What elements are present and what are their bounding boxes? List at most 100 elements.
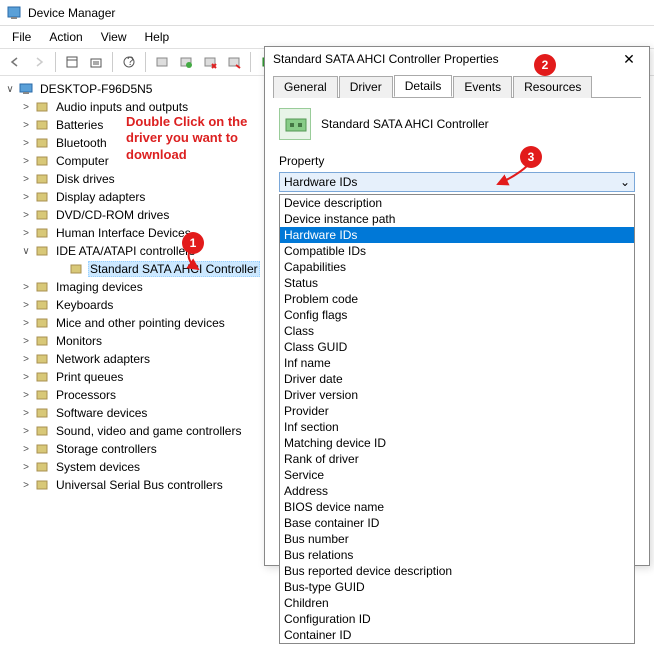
show-hide-button[interactable]	[61, 51, 83, 73]
tab-general[interactable]: General	[273, 76, 338, 98]
properties-button[interactable]	[85, 51, 107, 73]
dropdown-option[interactable]: Configuration ID	[280, 611, 634, 627]
expand-icon[interactable]: >	[20, 210, 32, 221]
expand-icon[interactable]: >	[20, 282, 32, 293]
expand-icon[interactable]: >	[20, 444, 32, 455]
device-category-icon	[34, 207, 50, 223]
dropdown-option[interactable]: Device description	[280, 195, 634, 211]
dropdown-option[interactable]: Address	[280, 483, 634, 499]
expand-icon[interactable]: >	[20, 228, 32, 239]
properties-dialog: Standard SATA AHCI Controller Properties…	[264, 46, 650, 566]
property-label: Property	[279, 154, 635, 168]
expand-icon[interactable]: >	[20, 300, 32, 311]
dropdown-option[interactable]: Class GUID	[280, 339, 634, 355]
dropdown-option[interactable]: Driver version	[280, 387, 634, 403]
device-category-icon	[34, 117, 50, 133]
device-category-icon	[34, 99, 50, 115]
device-category-icon	[34, 243, 50, 259]
device-category-icon	[34, 135, 50, 151]
expand-icon[interactable]: >	[20, 138, 32, 149]
device-category-icon	[34, 387, 50, 403]
dropdown-option[interactable]: Driver date	[280, 371, 634, 387]
device-category-icon	[68, 261, 84, 277]
expand-icon[interactable]: >	[20, 408, 32, 419]
dropdown-option[interactable]: Matching device ID	[280, 435, 634, 451]
dropdown-option[interactable]: Bus-type GUID	[280, 579, 634, 595]
dialog-tabs: GeneralDriverDetailsEventsResources	[273, 75, 641, 98]
dialog-titlebar: Standard SATA AHCI Controller Properties…	[265, 47, 649, 71]
menu-action[interactable]: Action	[41, 28, 90, 46]
app-icon	[6, 5, 22, 21]
device-category-icon	[34, 441, 50, 457]
device-category-icon	[34, 153, 50, 169]
expand-icon[interactable]: >	[20, 372, 32, 383]
close-button[interactable]: ✕	[617, 47, 641, 71]
device-icon	[279, 108, 311, 140]
dropdown-option[interactable]: Config flags	[280, 307, 634, 323]
device-category-icon	[34, 333, 50, 349]
tab-details[interactable]: Details	[394, 75, 453, 97]
dropdown-option[interactable]: Status	[280, 275, 634, 291]
dropdown-option[interactable]: Device instance path	[280, 211, 634, 227]
dropdown-option[interactable]: Inf name	[280, 355, 634, 371]
menu-file[interactable]: File	[4, 28, 39, 46]
forward-button[interactable]	[28, 51, 50, 73]
dropdown-option[interactable]: Service	[280, 467, 634, 483]
dropdown-option[interactable]: Bus reported device description	[280, 563, 634, 579]
dropdown-option[interactable]: Class	[280, 323, 634, 339]
expand-icon[interactable]: >	[20, 174, 32, 185]
tab-resources[interactable]: Resources	[513, 76, 592, 98]
device-category-icon	[34, 477, 50, 493]
scan-button[interactable]	[151, 51, 173, 73]
dropdown-option[interactable]: Children	[280, 595, 634, 611]
property-dropdown[interactable]: Hardware IDs ⌄	[279, 172, 635, 192]
dropdown-option[interactable]: Compatible IDs	[280, 243, 634, 259]
property-dropdown-list[interactable]: Device descriptionDevice instance pathHa…	[279, 194, 635, 644]
computer-icon	[18, 81, 34, 97]
window-titlebar: Device Manager	[0, 0, 654, 26]
dropdown-option[interactable]: Provider	[280, 403, 634, 419]
uninstall-button[interactable]	[199, 51, 221, 73]
device-category-icon	[34, 171, 50, 187]
tab-events[interactable]: Events	[453, 76, 512, 98]
help-button[interactable]: ?	[118, 51, 140, 73]
dropdown-option[interactable]: Bus number	[280, 531, 634, 547]
expand-icon[interactable]: ∨	[20, 246, 32, 257]
disable-button[interactable]	[223, 51, 245, 73]
dropdown-option[interactable]: Inf section	[280, 419, 634, 435]
dropdown-option[interactable]: Hardware IDs	[280, 227, 634, 243]
back-button[interactable]	[4, 51, 26, 73]
device-category-icon	[34, 225, 50, 241]
expand-icon[interactable]: >	[20, 426, 32, 437]
expand-icon[interactable]: >	[20, 318, 32, 329]
dropdown-option[interactable]: Container ID	[280, 627, 634, 643]
dropdown-option[interactable]: Problem code	[280, 291, 634, 307]
dropdown-option[interactable]: BIOS device name	[280, 499, 634, 515]
expand-icon[interactable]: >	[20, 102, 32, 113]
menu-view[interactable]: View	[93, 28, 135, 46]
dropdown-option[interactable]: Bus relations	[280, 547, 634, 563]
tab-driver[interactable]: Driver	[339, 76, 393, 98]
expand-icon[interactable]: >	[20, 390, 32, 401]
device-category-icon	[34, 405, 50, 421]
expand-icon[interactable]: >	[20, 120, 32, 131]
dropdown-option[interactable]: Rank of driver	[280, 451, 634, 467]
expand-icon[interactable]: >	[20, 480, 32, 491]
menu-help[interactable]: Help	[137, 28, 178, 46]
update-driver-button[interactable]	[175, 51, 197, 73]
device-category-icon	[34, 315, 50, 331]
expand-icon[interactable]: >	[20, 192, 32, 203]
collapse-icon[interactable]: ∨	[4, 84, 16, 95]
svg-text:?: ?	[127, 55, 134, 68]
expand-icon[interactable]: >	[20, 354, 32, 365]
expand-icon[interactable]: >	[20, 156, 32, 167]
expand-icon[interactable]: >	[20, 336, 32, 347]
device-name: Standard SATA AHCI Controller	[321, 117, 489, 131]
dialog-title: Standard SATA AHCI Controller Properties	[273, 52, 499, 66]
device-category-icon	[34, 351, 50, 367]
device-category-icon	[34, 459, 50, 475]
expand-icon[interactable]: >	[20, 462, 32, 473]
dropdown-option[interactable]: Capabilities	[280, 259, 634, 275]
dropdown-option[interactable]: Base container ID	[280, 515, 634, 531]
device-category-icon	[34, 279, 50, 295]
